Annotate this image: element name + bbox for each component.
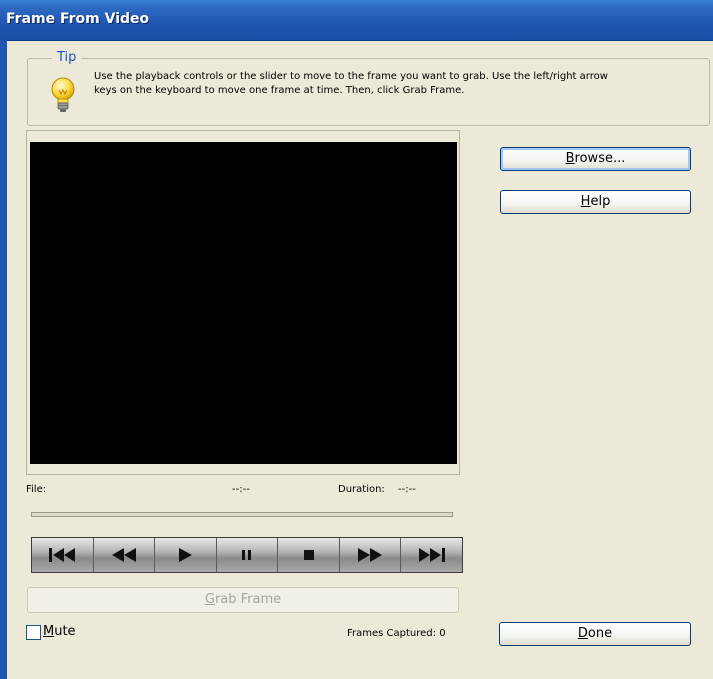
play-icon [179, 548, 193, 562]
browse-button[interactable]: Browse... [500, 147, 691, 171]
mute-accel: M [43, 624, 55, 639]
transport-controls [31, 537, 463, 573]
file-label: File: [26, 484, 47, 495]
duration-label: Duration: [338, 484, 385, 495]
done-button[interactable]: Done [499, 622, 691, 646]
seek-slider[interactable] [31, 512, 453, 517]
play-button[interactable] [155, 538, 217, 572]
lightbulb-icon [51, 77, 75, 112]
tip-line-2: keys on the keyboard to move one frame a… [94, 85, 465, 96]
tip-line-1: Use the playback controls or the slider … [94, 71, 608, 82]
duration-value: --:-- [398, 484, 416, 495]
done-accel: D [577, 626, 588, 641]
help-accel: H [580, 194, 591, 209]
help-button[interactable]: Help [500, 190, 691, 214]
grab-frame-accel: G [204, 592, 215, 607]
mute-post: ute [54, 624, 76, 639]
mute-checkbox[interactable] [26, 625, 41, 640]
skip-to-end-button[interactable] [401, 538, 463, 572]
frames-captured-label: Frames Captured: 0 [347, 628, 446, 639]
grab-frame-post: rab Frame [214, 592, 282, 607]
fast-forward-icon [358, 548, 383, 562]
skip-to-start-icon [49, 548, 76, 562]
window-title: Frame From Video [6, 11, 150, 27]
skip-to-end-icon [418, 548, 445, 562]
pause-icon [242, 550, 252, 560]
rewind-icon [111, 548, 136, 562]
fast-forward-button[interactable] [339, 538, 402, 572]
pause-button[interactable] [216, 538, 279, 572]
browse-accel: B [565, 151, 575, 166]
grab-frame-button[interactable]: Grab Frame [27, 587, 459, 613]
rewind-button[interactable] [93, 538, 156, 572]
browse-post: rowse... [574, 151, 626, 166]
tip-legend: Tip [52, 50, 82, 65]
help-post: elp [590, 194, 611, 209]
window-left-border [0, 40, 7, 679]
stop-icon [303, 550, 314, 560]
stop-button[interactable] [278, 538, 340, 572]
title-bar: Frame From Video [0, 0, 713, 41]
file-time: --:-- [232, 484, 250, 495]
done-post: one [587, 626, 613, 641]
tip-text: Use the playback controls or the slider … [94, 70, 694, 98]
skip-to-start-button[interactable] [32, 538, 94, 572]
video-preview [30, 142, 457, 464]
mute-label[interactable]: Mute [43, 624, 76, 639]
